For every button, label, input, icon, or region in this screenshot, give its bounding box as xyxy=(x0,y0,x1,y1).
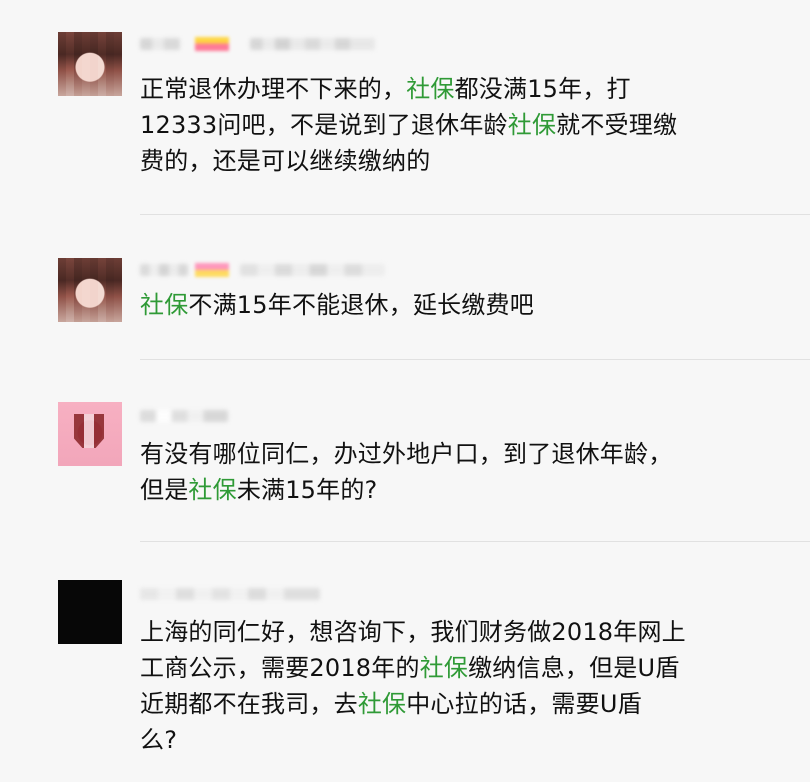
chat-thread: 正常退休办理不下来的，社保都没满15年，打 12333问吧，不是说到了退休年龄社… xyxy=(0,0,810,782)
message-highlight: 社保 xyxy=(357,690,407,718)
message-segment: 但是 xyxy=(140,476,189,504)
avatar xyxy=(58,402,122,466)
message-text: 正常退休办理不下来的，社保都没满15年，打 12333问吧，不是说到了退休年龄社… xyxy=(140,71,760,179)
message-item: 社保不满15年不能退休，延长缴费吧 xyxy=(0,257,810,361)
message-highlight: 社保 xyxy=(188,476,237,504)
message-segment: 就不受理缴 xyxy=(556,111,678,139)
sender-name xyxy=(140,260,385,282)
status-badge xyxy=(195,37,229,51)
message-item: 正常退休办理不下来的，社保都没满15年，打 12333问吧，不是说到了退休年龄社… xyxy=(0,30,810,215)
message-segment: 近期都不在我司，去 xyxy=(140,690,358,718)
message-item: 有没有哪位同仁，办过外地户口，到了退休年龄， 但是社保未满15年的? xyxy=(0,402,810,542)
message-highlight: 社保 xyxy=(140,291,189,319)
message-line: 么? xyxy=(140,722,760,758)
message-segment: 上海的同仁好，想咨询下，我们财务做2018年网上 xyxy=(140,618,686,646)
message-segment: 正常退休办理不下来的， xyxy=(140,75,407,103)
message-segment: 缴纳信息，但是U盾 xyxy=(468,654,680,682)
sender-name xyxy=(140,584,380,606)
message-highlight: 社保 xyxy=(507,111,557,139)
message-segment: 中心拉的话，需要U盾 xyxy=(406,690,642,718)
sender-name xyxy=(140,406,380,428)
avatar xyxy=(58,580,122,644)
message-segment: 12333问吧，不是说到了退休年龄 xyxy=(140,111,508,139)
message-line: 近期都不在我司，去社保中心拉的话，需要U盾 xyxy=(140,686,760,722)
message-line: 12333问吧，不是说到了退休年龄社保就不受理缴 xyxy=(140,107,760,143)
message-line: 但是社保未满15年的? xyxy=(140,472,760,508)
message-line: 上海的同仁好，想咨询下，我们财务做2018年网上 xyxy=(140,614,760,650)
sender-name xyxy=(140,34,380,56)
message-segment: 费的，还是可以继续缴纳的 xyxy=(140,147,431,175)
message-text: 有没有哪位同仁，办过外地户口，到了退休年龄， 但是社保未满15年的? xyxy=(140,436,760,508)
message-segment: 未满15年的? xyxy=(236,476,378,504)
message-line: 费的，还是可以继续缴纳的 xyxy=(140,143,760,179)
message-text: 上海的同仁好，想咨询下，我们财务做2018年网上 工商公示，需要2018年的社保… xyxy=(140,614,760,758)
message-line: 有没有哪位同仁，办过外地户口，到了退休年龄， xyxy=(140,436,760,472)
message-highlight: 社保 xyxy=(406,75,455,103)
message-divider xyxy=(140,359,810,360)
message-text: 社保不满15年不能退休，延长缴费吧 xyxy=(140,287,760,323)
message-segment: 不满15年不能退休，延长缴费吧 xyxy=(188,291,534,319)
message-line: 正常退休办理不下来的，社保都没满15年，打 xyxy=(140,71,760,107)
status-badge xyxy=(195,263,229,277)
message-segment: 都没满15年，打 xyxy=(454,75,631,103)
message-line: 工商公示，需要2018年的社保缴纳信息，但是U盾 xyxy=(140,650,760,686)
message-segment: 有没有哪位同仁，办过外地户口，到了退休年龄， xyxy=(140,440,673,468)
message-divider xyxy=(140,214,810,215)
message-segment: 工商公示，需要2018年的 xyxy=(140,654,420,682)
message-item: 上海的同仁好，想咨询下，我们财务做2018年网上 工商公示，需要2018年的社保… xyxy=(0,580,810,782)
avatar xyxy=(58,32,122,96)
avatar xyxy=(58,258,122,322)
message-highlight: 社保 xyxy=(419,654,469,682)
message-line: 社保不满15年不能退休，延长缴费吧 xyxy=(140,287,760,323)
message-segment: 么? xyxy=(140,726,178,754)
message-divider xyxy=(140,541,810,542)
